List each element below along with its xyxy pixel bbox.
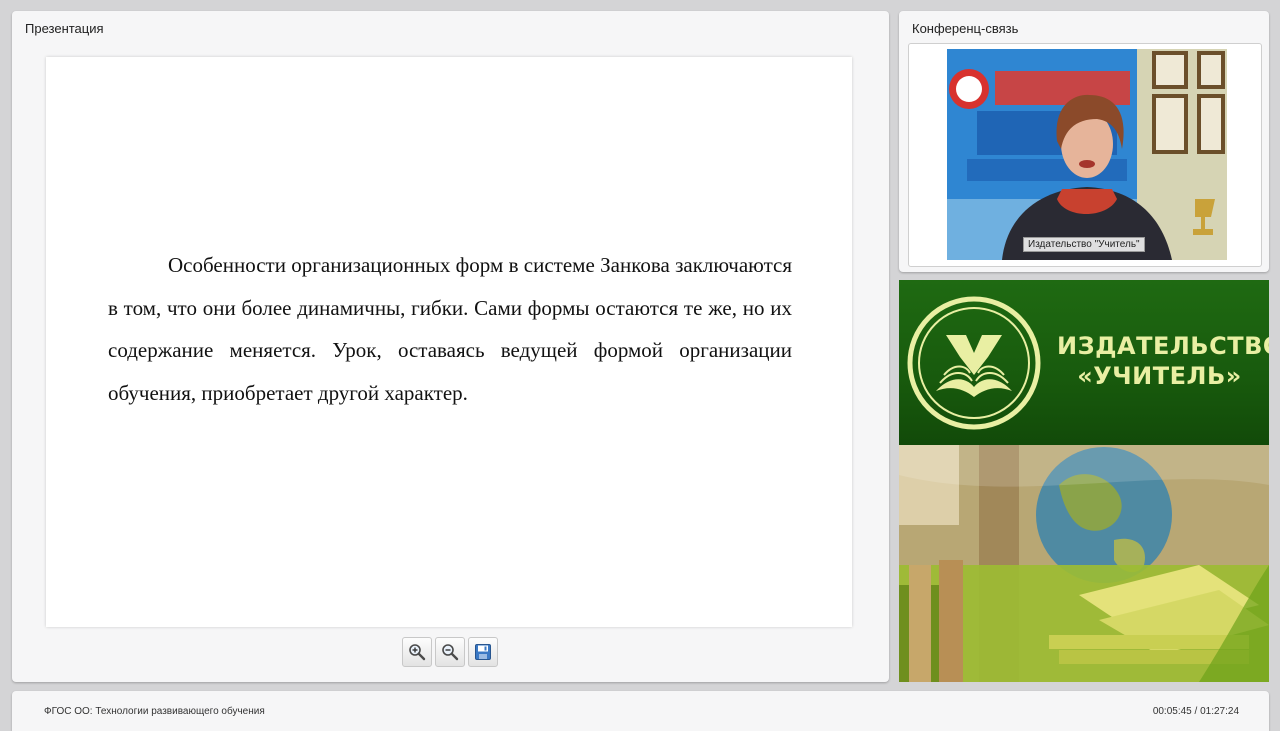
conference-panel: Конференц-связь Издательство "Учитель": [899, 11, 1269, 272]
slide-text: Особенности организационных форм в систе…: [108, 253, 792, 405]
save-button[interactable]: [468, 637, 498, 667]
webcam-video[interactable]: Издательство "Учитель": [947, 49, 1227, 260]
slide: Особенности организационных форм в систе…: [46, 57, 852, 627]
zoom-in-icon: [409, 644, 426, 661]
banner-image: [899, 445, 1269, 682]
publisher-banner: ИЗДАТЕЛЬСТВО «УЧИТЕЛЬ»: [899, 280, 1269, 682]
slide-toolbar: [402, 637, 498, 667]
presentation-title: Презентация: [25, 21, 104, 36]
video-frame: Издательство "Учитель": [908, 43, 1262, 267]
save-icon: [475, 644, 491, 660]
zoom-out-button[interactable]: [435, 637, 465, 667]
video-label: Издательство "Учитель": [1023, 237, 1145, 252]
banner-header: ИЗДАТЕЛЬСТВО «УЧИТЕЛЬ»: [899, 280, 1269, 445]
publisher-logo: [907, 296, 1041, 430]
playback-time: 00:05:45 / 01:27:24: [1152, 706, 1239, 717]
books-globe-image: [899, 445, 1269, 682]
zoom-in-button[interactable]: [402, 637, 432, 667]
zoom-out-icon: [442, 644, 459, 661]
footer-bar: ФГОС ОО: Технологии развивающего обучени…: [12, 691, 1269, 731]
conference-title: Конференц-связь: [912, 21, 1019, 36]
presentation-panel: Презентация Особенности организационных …: [12, 11, 889, 682]
publisher-name: ИЗДАТЕЛЬСТВО «УЧИТЕЛЬ»: [1057, 332, 1269, 390]
course-title: ФГОС ОО: Технологии развивающего обучени…: [44, 706, 265, 717]
speaker-video-image: [947, 49, 1227, 260]
